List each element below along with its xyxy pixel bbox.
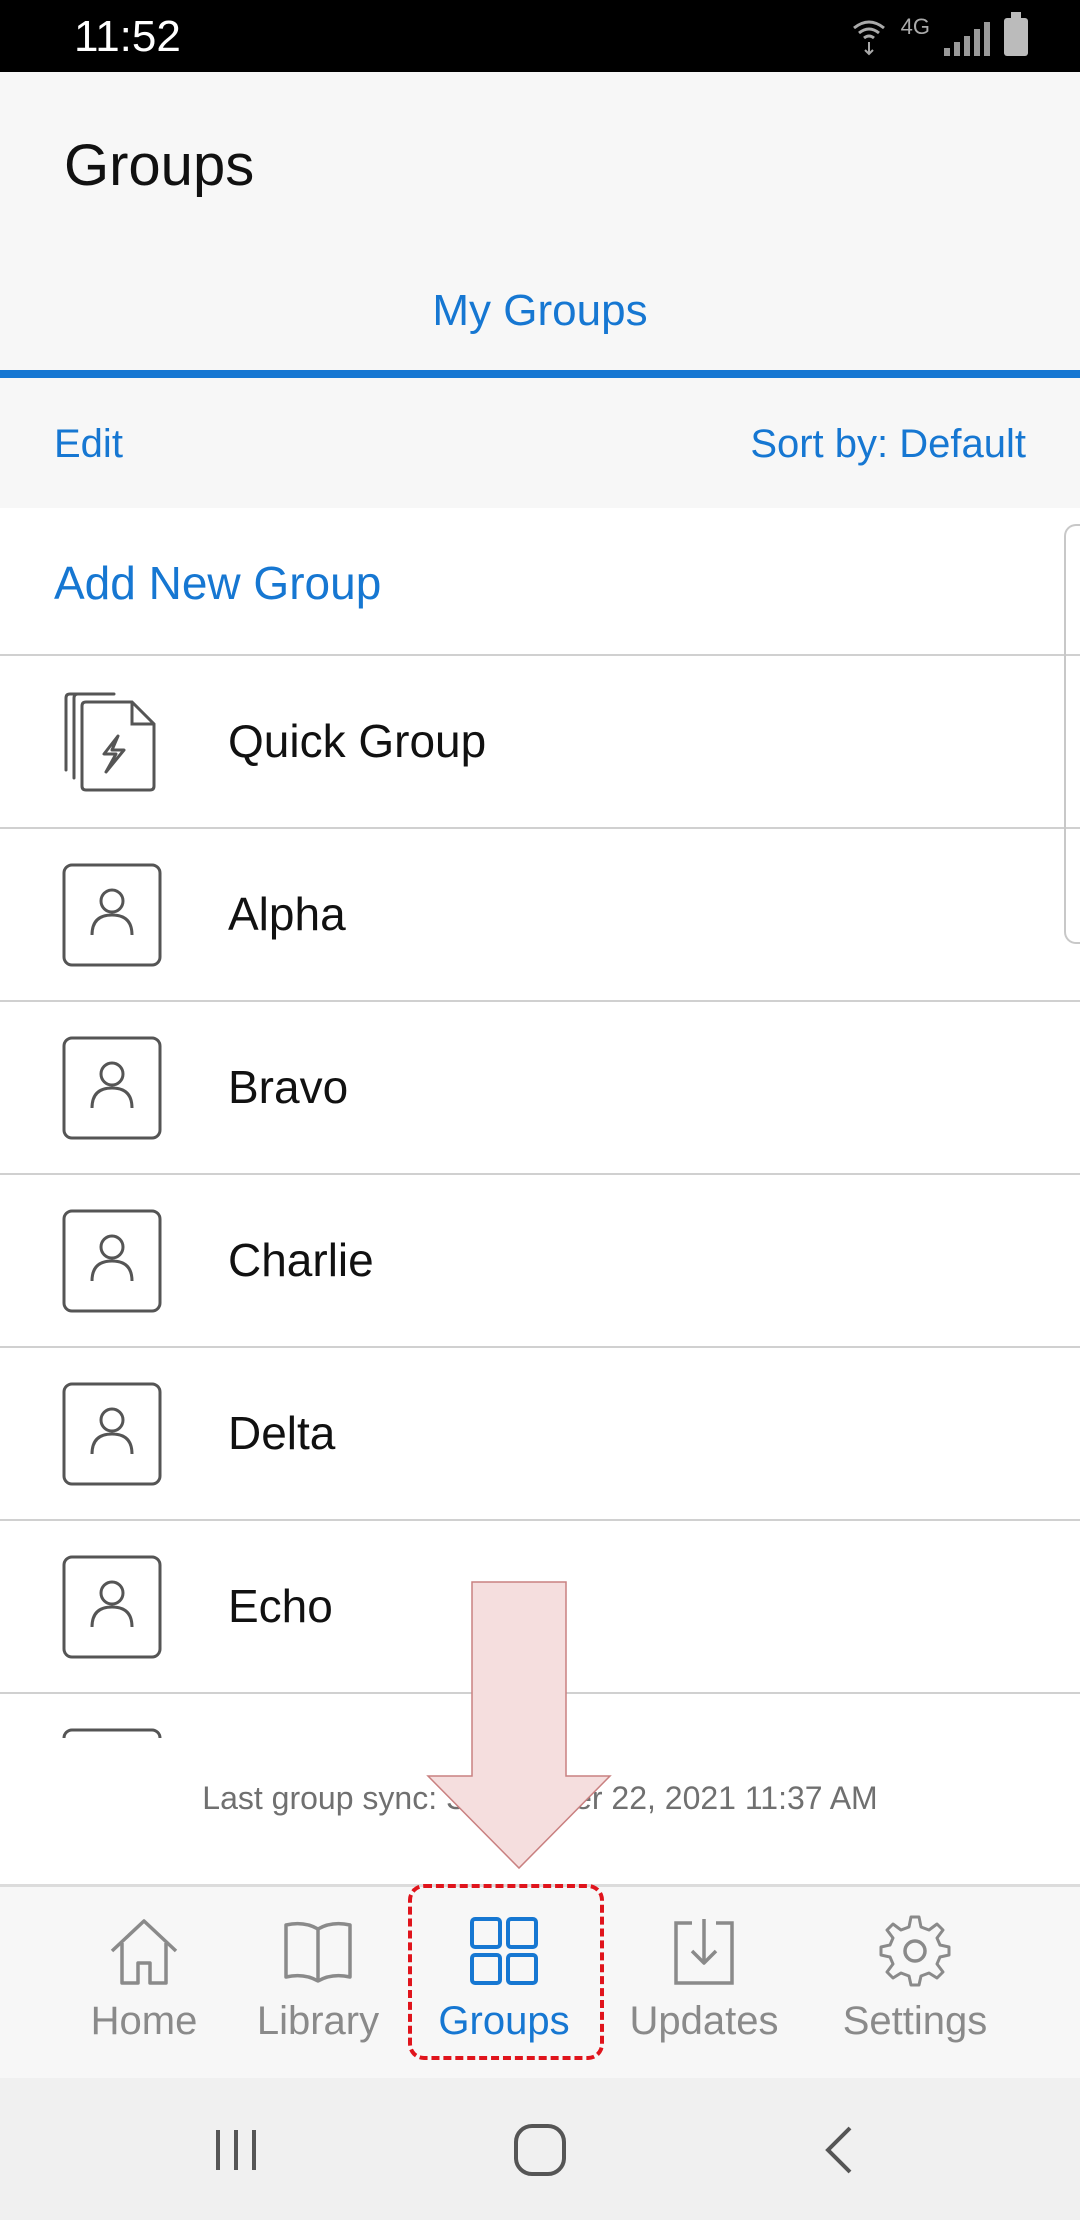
nav-settings-label: Settings — [842, 1999, 988, 2043]
group-name: Quick Group — [228, 715, 487, 767]
recent-apps-icon[interactable] — [204, 2118, 268, 2182]
book-icon — [284, 1921, 352, 1983]
scrollbar[interactable] — [1064, 524, 1080, 944]
wifi-icon — [852, 20, 885, 56]
group-name: Charlie — [228, 1234, 374, 1286]
nav-home[interactable]: Home — [76, 1887, 212, 2081]
sort-button[interactable]: Sort by: Default — [750, 422, 1026, 467]
person-icon — [62, 863, 162, 967]
group-name: Echo — [228, 1580, 333, 1632]
tab-bar: My Groups — [0, 250, 1080, 378]
nav-settings[interactable]: Settings — [830, 1887, 1000, 2081]
app-header: Groups — [0, 72, 1080, 250]
download-icon — [674, 1919, 734, 1985]
highlight-box — [408, 1884, 604, 2060]
add-new-group-button[interactable]: Add New Group — [54, 556, 381, 610]
quick-group-icon — [64, 692, 156, 792]
nav-library-label: Library — [256, 1999, 380, 2043]
home-icon — [110, 1919, 178, 1985]
nav-updates[interactable]: Updates — [620, 1887, 788, 2081]
list-item[interactable]: Bravo — [0, 1002, 1080, 1175]
person-icon — [62, 1382, 162, 1486]
person-icon — [62, 1209, 162, 1313]
system-navigation-bar — [0, 2078, 1080, 2220]
person-icon — [62, 1555, 162, 1659]
group-name: Bravo — [228, 1061, 349, 1113]
battery-icon — [1004, 12, 1028, 56]
tab-my-groups[interactable]: My Groups — [0, 286, 1080, 336]
nav-updates-label: Updates — [629, 1999, 779, 2043]
home-button-icon[interactable] — [508, 2118, 572, 2182]
status-time: 11:52 — [74, 12, 181, 61]
signal-icon — [944, 22, 990, 56]
group-name: Delta — [228, 1407, 336, 1459]
list-item[interactable]: Quick Group — [0, 656, 1080, 829]
status-icons: 4G — [851, 12, 1028, 56]
edit-button[interactable]: Edit — [54, 422, 123, 467]
nav-home-label: Home — [90, 1999, 198, 2043]
list-toolbar: Edit Sort by: Default — [0, 378, 1080, 510]
page-title: Groups — [64, 133, 255, 198]
add-new-group-row[interactable]: Add New Group — [0, 508, 1080, 656]
back-icon[interactable] — [810, 2118, 874, 2182]
pointer-arrow — [426, 1581, 612, 1870]
gear-icon — [879, 1915, 951, 1987]
status-bar: 11:52 4G — [0, 0, 1080, 72]
list-item[interactable]: Charlie — [0, 1175, 1080, 1348]
group-name: Alpha — [228, 888, 346, 940]
network-type: 4G — [900, 14, 930, 39]
nav-library[interactable]: Library — [246, 1887, 390, 2081]
list-item[interactable]: Delta — [0, 1348, 1080, 1521]
person-icon — [62, 1728, 162, 1738]
person-icon — [62, 1036, 162, 1140]
list-item[interactable]: Alpha — [0, 829, 1080, 1002]
groups-list[interactable]: Add New Group Quick Group Alpha Bravo Ch… — [0, 508, 1080, 1738]
